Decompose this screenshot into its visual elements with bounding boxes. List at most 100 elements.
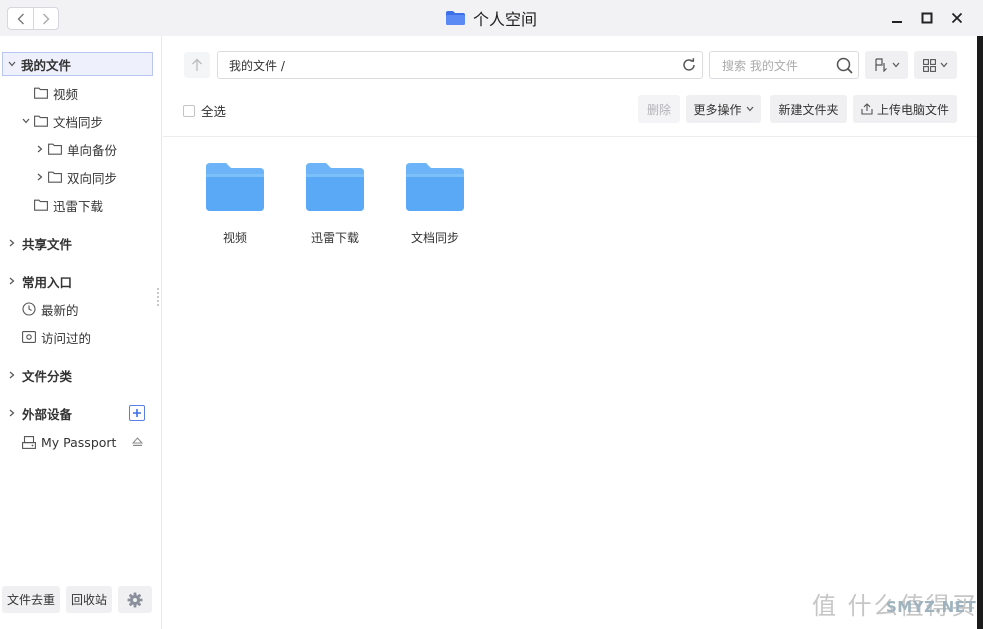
select-all[interactable]: 全选 <box>183 101 226 120</box>
sidebar-item-label: 访问过的 <box>41 330 92 346</box>
sidebar-item-label: 视频 <box>53 86 79 102</box>
maximize-icon <box>921 12 933 24</box>
sidebar-item-shared[interactable]: 共享文件 <box>0 231 72 255</box>
clock-icon <box>22 302 36 316</box>
sidebar-item-label: 最新的 <box>41 302 79 318</box>
eye-icon <box>22 331 36 343</box>
sort-icon <box>874 58 887 72</box>
sidebar-item-categories[interactable]: 文件分类 <box>0 363 72 387</box>
chevron-down-icon <box>746 106 753 112</box>
back-button[interactable] <box>8 8 33 29</box>
title-bar: 个人空间 <box>0 0 983 36</box>
folder-icon <box>206 163 264 211</box>
main-panel: 我的文件 / 搜索 我的文件 全选 删除 更多操作 新建文件夹 上传电脑文件 视… <box>163 36 977 629</box>
sidebar-item-label: 外部设备 <box>22 406 73 422</box>
folder-outline-icon <box>34 199 48 211</box>
chevron-right-icon <box>9 371 15 379</box>
folder-name: 文档同步 <box>410 231 459 245</box>
delete-label: 删除 <box>646 102 671 117</box>
search-input[interactable]: 搜索 我的文件 <box>709 51 859 79</box>
sidebar-item-visited[interactable]: 访问过的 <box>0 325 91 349</box>
chevron-down-icon <box>22 118 30 124</box>
path-bar[interactable]: 我的文件 / <box>217 51 703 79</box>
watermark-url: SMYZ.NET <box>886 598 977 616</box>
add-device-button[interactable] <box>129 405 145 421</box>
select-all-label: 全选 <box>201 104 227 119</box>
sidebar-item-label: 双向同步 <box>67 170 118 186</box>
chevron-down-icon <box>8 61 16 67</box>
chevron-right-icon <box>37 145 43 153</box>
sidebar-item-label: 文档同步 <box>53 114 104 130</box>
more-actions-label: 更多操作 <box>693 102 742 117</box>
sidebar-resize-handle[interactable] <box>157 288 159 306</box>
folder-outline-icon <box>48 143 62 155</box>
sidebar-item-my-files[interactable]: 我的文件 <box>2 52 153 76</box>
sort-button[interactable] <box>865 51 908 79</box>
sidebar: 我的文件 视频 文档同步 单向备份 双向同步 迅雷下载 共享文件 常用入口 最新… <box>0 36 162 629</box>
grid-view-icon <box>923 58 936 72</box>
folder-name: 迅雷下载 <box>310 231 359 245</box>
current-path: 我的文件 / <box>229 58 285 73</box>
chevron-down-icon <box>940 62 948 68</box>
sidebar-item-two-way-sync[interactable]: 双向同步 <box>0 165 117 189</box>
sidebar-item-label: 迅雷下载 <box>53 198 104 214</box>
sidebar-item-label: 文件分类 <box>22 368 73 384</box>
folder-icon <box>306 163 364 211</box>
settings-button[interactable] <box>118 586 153 613</box>
eject-button[interactable] <box>131 436 144 450</box>
chevron-right-icon <box>9 409 15 417</box>
maximize-button[interactable] <box>917 8 937 28</box>
gear-icon <box>127 592 143 607</box>
upload-icon <box>861 103 873 115</box>
sidebar-item-one-way-backup[interactable]: 单向备份 <box>0 137 117 161</box>
minimize-button[interactable] <box>887 8 907 28</box>
sidebar-item-videos[interactable]: 视频 <box>0 81 78 105</box>
folder-item[interactable]: 迅雷下载 <box>290 161 380 246</box>
new-folder-label: 新建文件夹 <box>778 102 839 117</box>
chevron-down-icon <box>892 62 899 68</box>
folder-icon <box>445 11 465 25</box>
sidebar-item-label: 我的文件 <box>21 57 72 73</box>
folder-item[interactable]: 视频 <box>190 161 280 246</box>
sidebar-item-my-passport[interactable]: My Passport <box>0 430 116 454</box>
close-button[interactable] <box>947 8 967 28</box>
folder-name: 视频 <box>222 231 247 245</box>
forward-button[interactable] <box>33 8 58 29</box>
sidebar-item-thunder-downloads[interactable]: 迅雷下载 <box>0 193 103 217</box>
upload-button[interactable]: 上传电脑文件 <box>853 95 957 123</box>
folder-outline-icon <box>34 87 48 99</box>
recycle-bin-button[interactable]: 回收站 <box>66 586 113 613</box>
sidebar-item-doc-sync[interactable]: 文档同步 <box>0 109 103 133</box>
eject-icon <box>131 437 144 446</box>
more-actions-button[interactable]: 更多操作 <box>686 95 761 123</box>
folder-outline-icon <box>34 115 48 127</box>
new-folder-button[interactable]: 新建文件夹 <box>770 95 847 123</box>
chevron-right-icon <box>37 173 43 181</box>
hard-drive-icon <box>22 435 36 449</box>
chevron-left-icon <box>17 13 24 24</box>
view-mode-button[interactable] <box>914 51 957 79</box>
folder-item[interactable]: 文档同步 <box>390 161 480 246</box>
search-icon <box>836 57 853 74</box>
search-placeholder: 搜索 我的文件 <box>722 58 798 73</box>
parent-folder-button[interactable] <box>184 52 210 78</box>
window-edge <box>977 36 983 629</box>
dedupe-button[interactable]: 文件去重 <box>2 586 61 613</box>
chevron-right-icon <box>9 277 15 285</box>
refresh-button[interactable] <box>681 57 697 76</box>
select-all-checkbox[interactable] <box>183 104 195 117</box>
sidebar-item-external[interactable]: 外部设备 <box>0 401 72 425</box>
sidebar-item-label: My Passport <box>41 434 117 450</box>
refresh-icon <box>683 58 695 71</box>
close-icon <box>951 12 963 24</box>
delete-button[interactable]: 删除 <box>638 95 680 123</box>
folder-icon <box>406 163 464 211</box>
sidebar-item-common[interactable]: 常用入口 <box>0 269 72 293</box>
arrow-up-icon <box>192 58 202 71</box>
sidebar-item-label: 单向备份 <box>67 142 118 158</box>
chevron-right-icon <box>43 13 50 24</box>
sidebar-footer: 文件去重 回收站 <box>2 586 153 613</box>
window-controls <box>887 8 967 28</box>
history-nav <box>7 7 59 30</box>
sidebar-item-recent[interactable]: 最新的 <box>0 297 79 321</box>
